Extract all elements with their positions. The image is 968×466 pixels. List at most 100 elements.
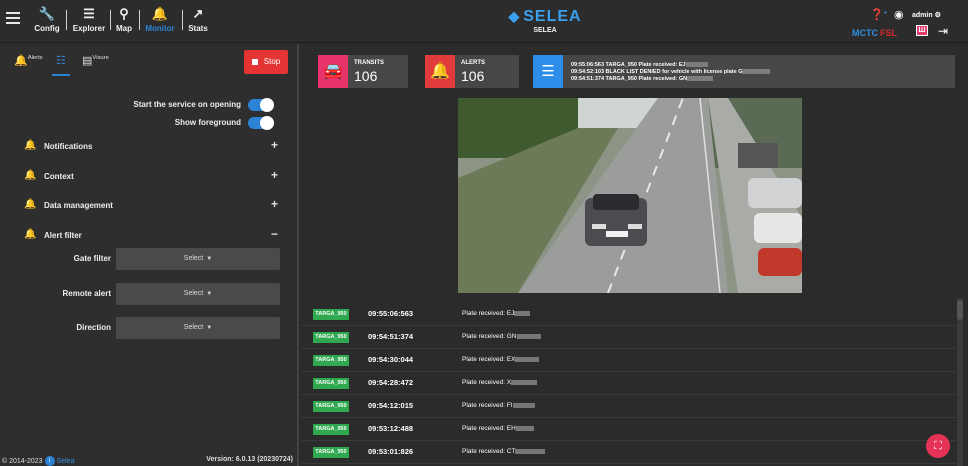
nav-separator <box>110 10 111 30</box>
transits-count: 106 <box>354 68 378 84</box>
list-icon: ☰ <box>533 55 563 88</box>
expand-icon[interactable]: + <box>271 138 278 152</box>
wrench-icon: 🔧 <box>38 6 56 21</box>
panel-tabs: 🔔Alerts ☷ ▤Visure Stop <box>0 44 299 78</box>
help-icon[interactable]: ❓ <box>870 8 884 21</box>
hamburger-menu-icon[interactable] <box>6 12 20 24</box>
brand: ◆ SELEA SELEA <box>500 8 590 35</box>
selea-info-icon: i <box>44 456 55 466</box>
caret-down-icon: ▼ <box>206 325 213 331</box>
log-line: 09:54:52:103 BLACK LIST DENIED for vehic… <box>571 69 771 75</box>
tab-visure[interactable]: ▤Visure <box>82 54 109 67</box>
logout-icon[interactable]: ⇥ <box>938 24 948 38</box>
gate-badge: TARGA_950 <box>313 424 349 435</box>
monitor-panel: 🚘 TRANSITS 106 🔔 ALERTS 106 ☰ 09:55:06:5… <box>301 44 968 466</box>
alarm-icon: 🔔 <box>425 55 455 88</box>
table-row[interactable]: TARGA_950 09:53:12:488 Plate received: E… <box>301 419 958 441</box>
toggle-start-on-opening: Start the service on opening <box>0 98 299 112</box>
top-right-tools: ❓ ▪ ◉ admin ⚙ MCTC FSL Ш ⇥ <box>850 8 960 38</box>
search-list-icon: ☰ <box>83 6 95 21</box>
transits-card: 🚘 TRANSITS 106 <box>318 55 408 88</box>
selea-link[interactable]: Selea <box>57 458 75 465</box>
selea-logo: ◆ SELEA <box>508 8 582 25</box>
log-line: 09:54:51:374 TARGA_950 Plate received: G… <box>571 76 714 82</box>
nav-map[interactable]: ⚲ Map <box>114 5 134 37</box>
gate-badge: TARGA_950 <box>313 332 349 343</box>
alarm-icon: 🔔 <box>14 55 28 67</box>
mctc-label[interactable]: MCTC <box>852 28 878 38</box>
table-row[interactable]: TARGA_950 09:54:30:044 Plate received: E… <box>301 350 958 372</box>
remote-alert-row: Remote alert Select ▼ <box>0 283 299 305</box>
table-row[interactable]: TARGA_950 09:54:28:472 Plate received: X <box>301 373 958 395</box>
bell-icon: 🔔 <box>151 6 169 21</box>
stop-icon <box>251 58 258 65</box>
chat-icon[interactable]: ▪ <box>884 8 887 17</box>
table-row[interactable]: TARGA_950 09:54:51:374 Plate received: G… <box>301 327 958 349</box>
alarm-icon: 🔔 <box>24 199 37 210</box>
log-line: 09:55:06:563 TARGA_950 Plate received: E… <box>571 62 708 68</box>
alarm-icon: 🔔 <box>24 140 37 151</box>
nav-stats[interactable]: ↗ Stats <box>186 5 210 37</box>
nav-separator <box>182 10 183 30</box>
headset-icon[interactable]: ◉ <box>894 8 904 21</box>
gate-badge: TARGA_950 <box>313 378 349 389</box>
section-alert-filter[interactable]: 🔔 Alert filter − <box>0 227 299 245</box>
section-data-management[interactable]: 🔔 Data management + <box>0 197 299 215</box>
car <box>585 194 647 246</box>
expand-icon[interactable]: + <box>271 168 278 182</box>
car-icon: 🚘 <box>318 55 348 88</box>
alarm-icon: 🔔 <box>24 170 37 181</box>
tab-settings[interactable]: ☷ <box>56 54 66 67</box>
scrollbar[interactable] <box>957 298 963 466</box>
footer: © 2014-2023 i Selea Version: 6.0.13 (20230… <box>2 456 293 466</box>
stop-button[interactable]: Stop <box>244 50 288 74</box>
notification-badge-icon[interactable]: Ш <box>916 25 928 36</box>
brand-subtitle: SELEA <box>533 27 557 34</box>
expand-icon[interactable]: + <box>271 197 278 211</box>
nav-config[interactable]: 🔧 Config <box>34 5 60 37</box>
table-row[interactable]: TARGA_950 09:55:06:563 Plate received: E… <box>301 304 958 326</box>
map-pin-icon: ⚲ <box>119 6 129 21</box>
toggle-show-foreground: Show foreground <box>0 116 299 130</box>
direction-row: Direction Select ▼ <box>0 317 299 339</box>
event-log-card: ☰ 09:55:06:563 TARGA_950 Plate received:… <box>533 55 955 88</box>
section-context[interactable]: 🔔 Context + <box>0 168 299 186</box>
tab-alerts[interactable]: 🔔Alerts <box>14 54 43 67</box>
caret-down-icon: ▼ <box>206 256 213 262</box>
start-on-opening-toggle[interactable] <box>248 98 274 112</box>
remote-alert-select[interactable]: Select ▼ <box>116 283 280 305</box>
version-label: Version: 6.0.13 (20230724) <box>206 456 293 463</box>
gate-badge: TARGA_950 <box>313 447 349 458</box>
user-name[interactable]: admin ⚙ <box>912 11 941 19</box>
table-row[interactable]: TARGA_950 09:54:12:015 Plate received: F… <box>301 396 958 418</box>
sliders-icon: ☷ <box>56 55 66 67</box>
top-bar: 🔧 Config ☰ Explorer ⚲ Map 🔔 Monitor ↗ St… <box>0 0 968 43</box>
nav-separator <box>139 10 140 30</box>
alerts-card: 🔔 ALERTS 106 <box>425 55 519 88</box>
section-notifications[interactable]: 🔔 Notifications + <box>0 138 299 156</box>
list-icon: ▤ <box>82 55 93 67</box>
nav-separator <box>66 10 67 30</box>
chart-icon: ↗ <box>192 6 204 21</box>
status-label: FSL <box>880 28 897 38</box>
gate-filter-row: Gate filter Select ▼ <box>0 248 299 270</box>
gate-badge: TARGA_950 <box>313 355 349 366</box>
table-row[interactable]: TARGA_950 09:53:01:826 Plate received: C… <box>301 442 958 464</box>
diamond-icon: ◆ <box>508 8 521 24</box>
gate-badge: TARGA_950 <box>313 309 349 320</box>
camera-image <box>458 98 802 293</box>
settings-panel: 🔔Alerts ☷ ▤Visure Stop Start the service… <box>0 44 299 466</box>
collapse-icon[interactable]: − <box>271 227 278 241</box>
show-foreground-toggle[interactable] <box>248 116 274 130</box>
nav-explorer[interactable]: ☰ Explorer <box>72 5 106 37</box>
alarm-icon: 🔔 <box>24 229 37 240</box>
alerts-count: 106 <box>461 68 485 84</box>
gate-badge: TARGA_950 <box>313 401 349 412</box>
nav-monitor[interactable]: 🔔 Monitor <box>143 5 177 37</box>
direction-select[interactable]: Select ▼ <box>116 317 280 339</box>
gate-filter-select[interactable]: Select ▼ <box>116 248 280 270</box>
caret-down-icon: ▼ <box>206 291 213 297</box>
active-tab-indicator <box>52 74 70 76</box>
fullscreen-icon: ⛶ <box>934 440 942 452</box>
fullscreen-button[interactable]: ⛶ <box>926 434 950 458</box>
